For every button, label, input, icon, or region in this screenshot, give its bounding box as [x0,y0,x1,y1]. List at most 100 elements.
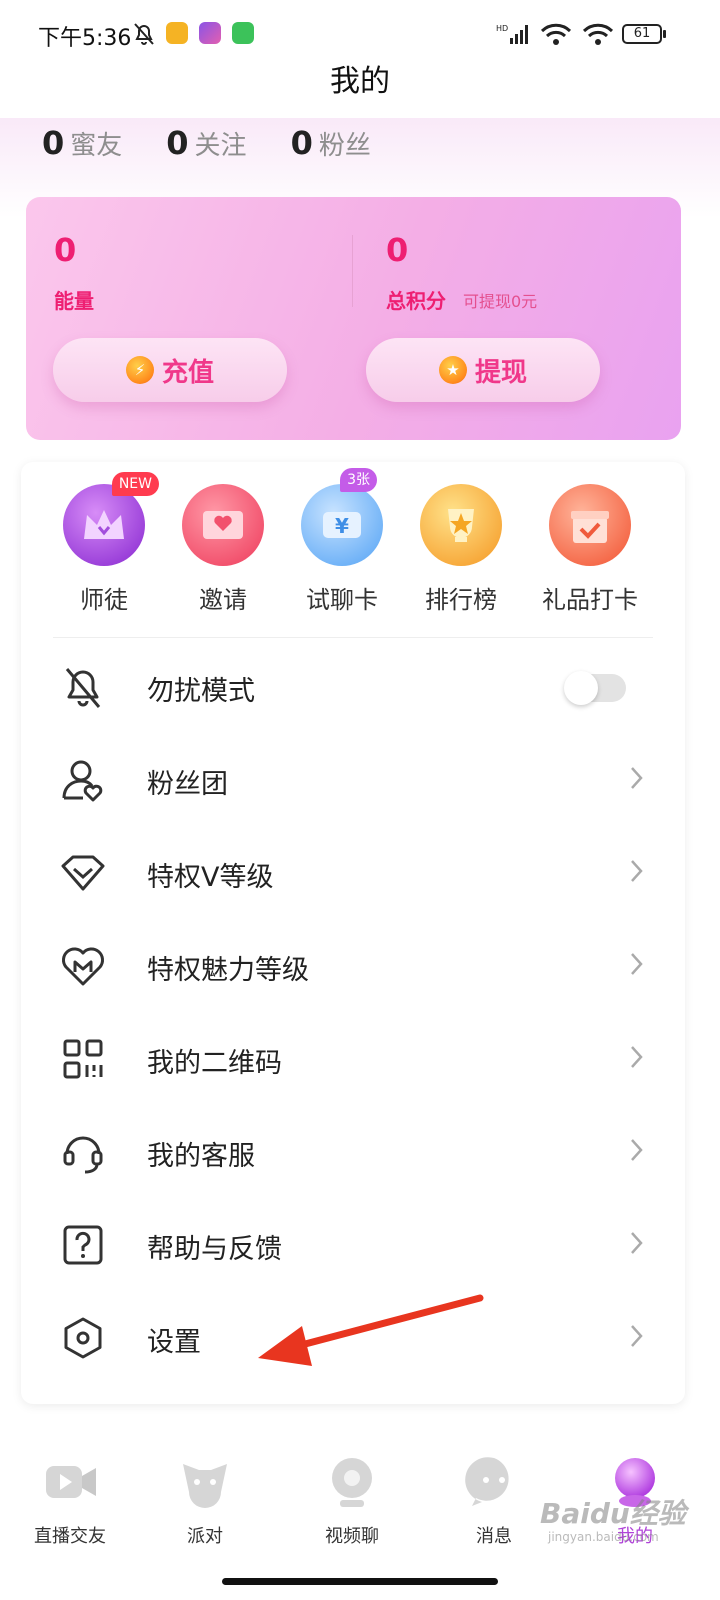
nav-video-chat[interactable]: 视频聊 [292,1452,412,1548]
section-divider [53,637,653,638]
notes-app-icon [166,22,188,44]
stat-fans-count: 0 [290,124,313,162]
nav-messages[interactable]: 消息 [434,1452,554,1548]
quick-label-mentor: 师徒 [80,586,128,614]
chevron-right-icon [631,1232,643,1254]
menu-label-customer-service: 我的客服 [147,1141,255,1172]
heart-envelope-icon [182,484,264,566]
chevron-right-icon [631,953,643,975]
nav-label-messages: 消息 [476,1526,512,1547]
menu-qr-code[interactable]: 我的二维码 [21,1012,685,1105]
battery-tip [663,30,666,38]
quick-action-ranking[interactable]: 排行榜 [406,484,516,615]
crown-icon: NEW [63,472,159,566]
webcam-icon [332,1458,372,1507]
new-badge: NEW [111,472,159,496]
nav-party[interactable]: 派对 [145,1452,265,1548]
nav-label-video-chat: 视频聊 [325,1526,379,1547]
settings-hex-icon [64,1317,102,1359]
withdraw-label: 提现 [474,357,527,388]
menu-label-fan-club: 粉丝团 [147,769,228,800]
trophy-icon [420,484,502,566]
baidu-watermark-url: jingyan.baidu.com [548,1530,659,1544]
energy-label: 能量 [54,289,94,313]
message-bubble-icon [465,1457,509,1506]
menu-label-charm-level: 特权魅力等级 [147,955,309,986]
wifi-icon [582,23,614,45]
menu-label-settings: 设置 [147,1327,201,1358]
stat-friends-count: 0 [42,124,65,162]
recharge-button[interactable]: ⚡ 充值 [53,338,287,402]
home-indicator[interactable] [222,1578,498,1585]
withdraw-note: 可提现0元 [463,292,538,311]
menu-charm-level[interactable]: 特权魅力等级 [21,919,685,1012]
quick-action-invite[interactable]: 邀请 [168,484,278,615]
stat-fans[interactable]: 0 粉丝 [291,124,371,162]
wifi-link-icon [540,23,572,45]
page-title: 我的 [330,64,390,99]
nav-label-party: 派对 [187,1526,223,1547]
menu-label-qr-code: 我的二维码 [147,1048,282,1079]
battery-indicator: 61 [622,24,662,44]
qr-code-icon [63,1039,103,1079]
heart-m-icon [62,947,104,986]
withdraw-button[interactable]: ★ 提现 [366,338,600,402]
trial-count-badge: 3张 [340,468,377,492]
points-value: 0 [386,231,409,269]
quick-label-gift-checkin: 礼品打卡 [542,586,638,614]
quick-action-gift-checkin[interactable]: 礼品打卡 [535,484,645,615]
status-time: 下午5:36 [38,26,132,51]
help-icon [63,1225,103,1265]
menu-fan-club[interactable]: 粉丝团 [21,733,685,826]
menu-do-not-disturb[interactable]: 勿扰模式 [21,640,685,733]
wallet-divider [352,235,353,307]
stat-friends[interactable]: 0 蜜友 [42,124,122,162]
lightning-coin-icon: ⚡ [125,356,154,384]
menu-customer-service[interactable]: 我的客服 [21,1105,685,1198]
app-notification-icon [199,22,221,44]
recharge-label: 充值 [161,357,214,388]
toggle-knob [564,671,598,705]
nav-live[interactable]: 直播交友 [10,1452,130,1548]
baidu-watermark: Baidu经验 [540,1497,686,1530]
live-camera-icon [46,1466,96,1498]
gift-box-icon [549,484,631,566]
party-icon [183,1464,227,1508]
bell-off-icon [65,668,101,708]
fan-club-icon [62,760,103,802]
menu-label-do-not-disturb: 勿扰模式 [147,676,255,707]
stat-friends-label: 蜜友 [70,131,123,161]
menu-label-vip-level: 特权V等级 [147,862,274,893]
chevron-right-icon [631,767,643,789]
quick-action-mentor[interactable]: NEW 师徒 [49,472,159,615]
annotation-arrow [258,1294,484,1366]
cellular-signal-icon: HD [496,24,528,44]
stat-fans-label: 粉丝 [318,131,371,161]
wallet-card: 0 能量 0 总积分 可提现0元 ⚡ 充值 ★ 提现 [26,197,681,440]
stat-following[interactable]: 0 关注 [166,124,246,162]
nav-label-live: 直播交友 [34,1526,106,1547]
chevron-right-icon [631,1139,643,1161]
quick-label-ranking: 排行榜 [425,586,497,614]
quick-action-trial-card[interactable]: ¥ 3张 试聊卡 [287,468,397,615]
do-not-disturb-toggle[interactable] [564,671,626,705]
chevron-right-icon [631,1046,643,1068]
diamond-icon [61,855,105,891]
wechat-style-icon [232,22,254,44]
stats-row: 0 蜜友 0 关注 0 粉丝 [42,124,415,162]
main-card: NEW 师徒 邀请 ¥ 3张 试聊卡 排行榜 礼品打卡 勿扰模式 粉丝团 特权V… [21,462,685,1404]
menu-label-help-feedback: 帮助与反馈 [147,1234,282,1265]
svg-text:¥: ¥ [335,514,349,538]
stat-following-count: 0 [166,124,189,162]
chevron-right-icon [631,1325,643,1347]
quick-label-trial-card: 试聊卡 [306,586,378,614]
headset-icon [63,1136,103,1174]
menu-vip-level[interactable]: 特权V等级 [21,826,685,919]
yuan-ticket-icon: ¥ 3张 [301,468,383,566]
chevron-right-icon [631,860,643,882]
star-coin-icon: ★ [438,356,467,384]
points-label: 总积分 [386,289,446,313]
menu-help-feedback[interactable]: 帮助与反馈 [21,1198,685,1291]
quick-label-invite: 邀请 [199,586,247,614]
energy-value: 0 [54,231,77,269]
